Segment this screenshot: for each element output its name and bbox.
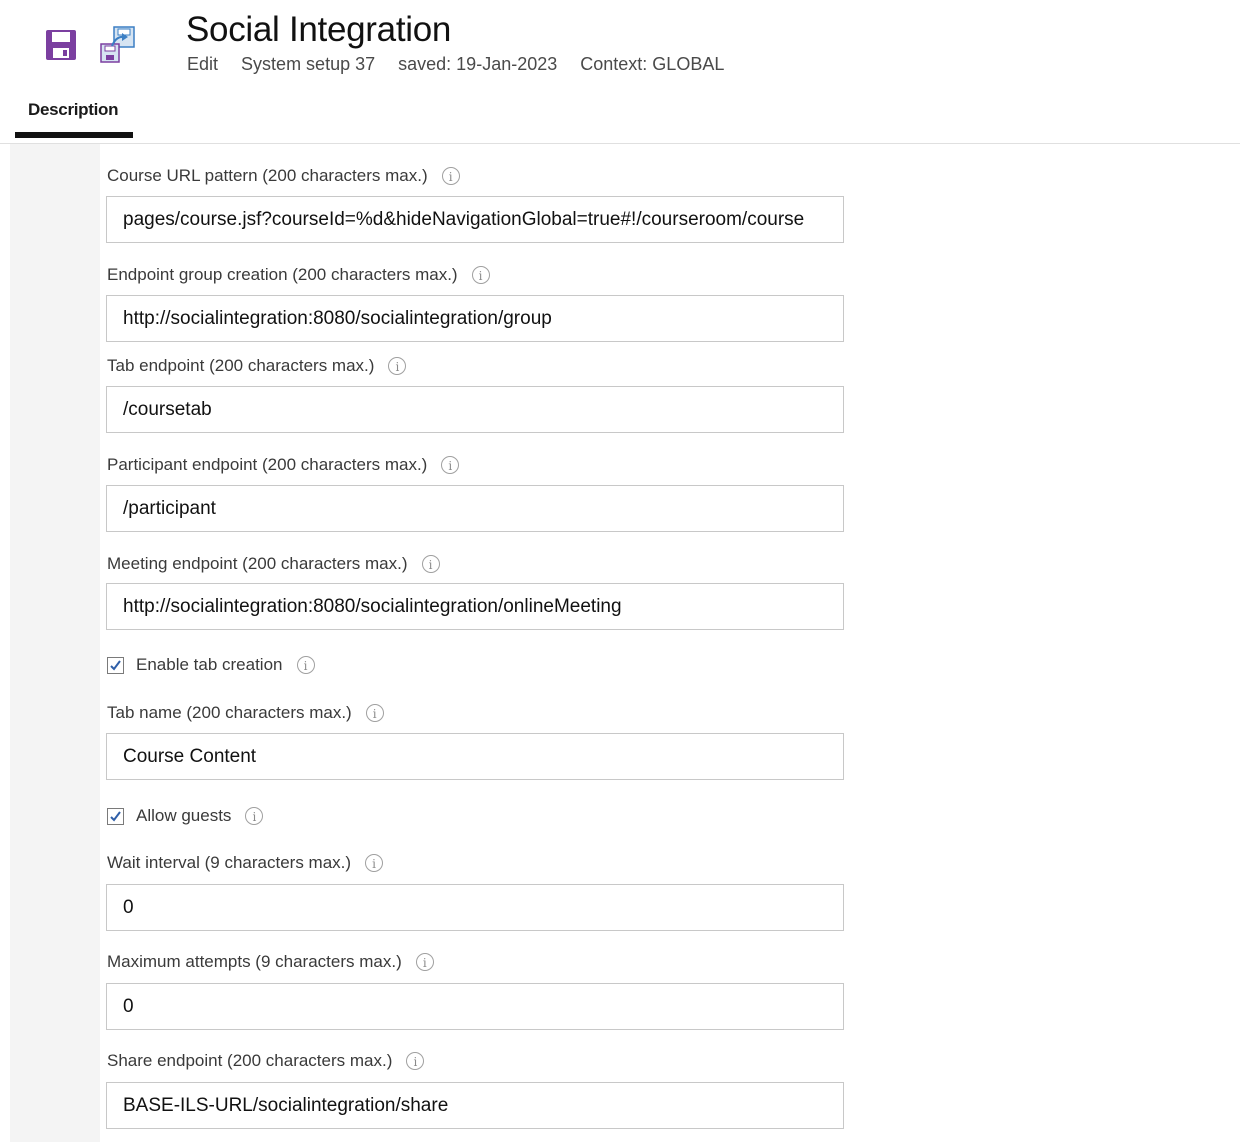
mode-text: Edit — [187, 54, 219, 74]
form-content: Course URL pattern (200 characters max.)… — [100, 144, 1240, 1142]
active-tab-indicator — [15, 132, 133, 138]
max-attempts-label-row: Maximum attempts (9 characters max.) i — [107, 952, 434, 972]
info-icon[interactable]: i — [245, 807, 264, 825]
enable-tab-creation-row: Enable tab creation i — [107, 655, 315, 675]
page-title: Social Integration — [186, 10, 452, 49]
info-icon[interactable]: i — [296, 656, 315, 674]
allow-guests-row: Allow guests i — [107, 806, 264, 826]
enable-tab-creation-label: Enable tab creation — [136, 655, 283, 674]
tab-description[interactable]: Description — [15, 96, 133, 140]
max-attempts-field[interactable] — [106, 983, 844, 1030]
course-url-label: Course URL pattern (200 characters max.) — [107, 166, 428, 185]
info-icon[interactable]: i — [365, 704, 384, 722]
info-icon[interactable]: i — [388, 357, 407, 375]
saved-text: saved: 19-Jan-2023 — [398, 54, 558, 74]
save-icon[interactable] — [44, 28, 78, 62]
tab-name-field[interactable] — [106, 733, 844, 780]
info-icon[interactable]: i — [421, 555, 440, 573]
course-url-input[interactable] — [107, 197, 843, 242]
checkmark-icon — [110, 810, 121, 822]
share-endpoint-label: Share endpoint (200 characters max.) — [107, 1051, 393, 1070]
participant-endpoint-field[interactable] — [106, 485, 844, 532]
participant-endpoint-label-row: Participant endpoint (200 characters max… — [107, 455, 460, 475]
left-gutter — [10, 144, 100, 1142]
tab-endpoint-input[interactable] — [107, 387, 843, 432]
max-attempts-input[interactable] — [107, 984, 843, 1029]
participant-endpoint-input[interactable] — [107, 486, 843, 531]
info-icon[interactable]: i — [441, 167, 460, 185]
meeting-endpoint-label: Meeting endpoint (200 characters max.) — [107, 554, 408, 573]
save-as-icon[interactable] — [98, 24, 138, 64]
meeting-endpoint-field[interactable] — [106, 583, 844, 630]
meeting-endpoint-input[interactable] — [107, 584, 843, 629]
wait-interval-label-row: Wait interval (9 characters max.) i — [107, 853, 384, 873]
group-creation-label-row: Endpoint group creation (200 characters … — [107, 265, 490, 285]
checkmark-icon — [110, 659, 121, 671]
share-endpoint-input[interactable] — [107, 1083, 843, 1128]
page-meta: Edit System setup 37 saved: 19-Jan-2023 … — [187, 54, 742, 75]
wait-interval-input[interactable] — [107, 885, 843, 930]
group-creation-label: Endpoint group creation (200 characters … — [107, 265, 458, 284]
course-url-label-row: Course URL pattern (200 characters max.)… — [107, 166, 460, 186]
meeting-endpoint-label-row: Meeting endpoint (200 characters max.) i — [107, 554, 440, 574]
tab-endpoint-field[interactable] — [106, 386, 844, 433]
wait-interval-label: Wait interval (9 characters max.) — [107, 853, 352, 872]
page-header: Social Integration Edit System setup 37 … — [0, 0, 1240, 90]
tab-description-label: Description — [28, 100, 119, 119]
share-endpoint-field[interactable] — [106, 1082, 844, 1129]
tab-endpoint-label-row: Tab endpoint (200 characters max.) i — [107, 356, 407, 376]
info-icon[interactable]: i — [406, 1052, 425, 1070]
tab-name-label: Tab name (200 characters max.) — [107, 703, 352, 722]
group-creation-input[interactable] — [107, 296, 843, 341]
course-url-field[interactable] — [106, 196, 844, 243]
allow-guests-checkbox[interactable] — [107, 807, 124, 825]
info-icon[interactable]: i — [441, 456, 460, 474]
info-icon[interactable]: i — [471, 266, 490, 284]
enable-tab-creation-checkbox[interactable] — [107, 656, 124, 674]
participant-endpoint-label: Participant endpoint (200 characters max… — [107, 455, 428, 474]
context-text: Context: GLOBAL — [580, 54, 725, 74]
group-creation-field[interactable] — [106, 295, 844, 342]
tab-name-input[interactable] — [107, 734, 843, 779]
tab-name-label-row: Tab name (200 characters max.) i — [107, 703, 384, 723]
max-attempts-label: Maximum attempts (9 characters max.) — [107, 952, 402, 971]
share-endpoint-label-row: Share endpoint (200 characters max.) i — [107, 1051, 425, 1071]
tab-endpoint-label: Tab endpoint (200 characters max.) — [107, 356, 375, 375]
info-icon[interactable]: i — [365, 854, 384, 872]
setup-text: System setup 37 — [241, 54, 376, 74]
allow-guests-label: Allow guests — [136, 806, 232, 825]
info-icon[interactable]: i — [415, 953, 434, 971]
wait-interval-field[interactable] — [106, 884, 844, 931]
